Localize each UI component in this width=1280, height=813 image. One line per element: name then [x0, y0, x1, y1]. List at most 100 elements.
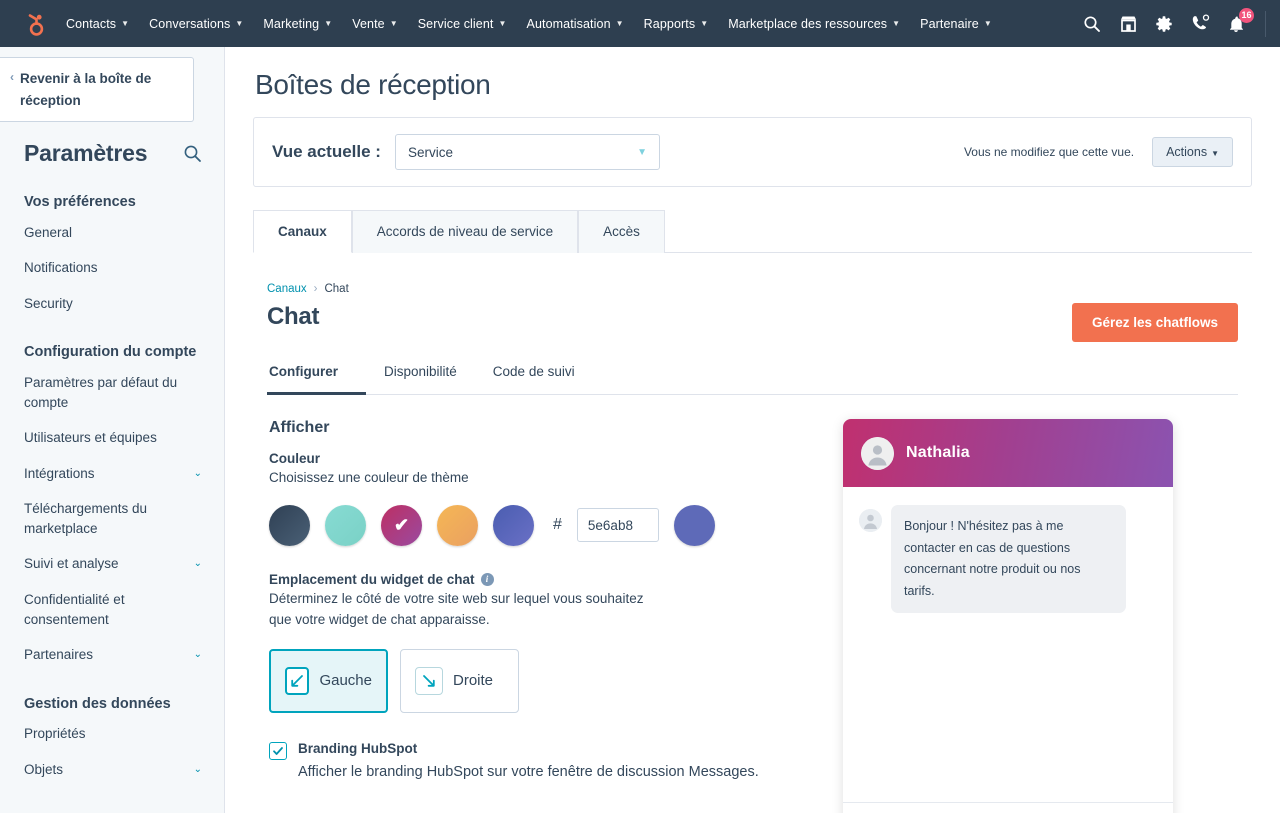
chevron-down-icon: ⌄	[194, 464, 202, 482]
sidebar-item-properties[interactable]: Propriétés	[0, 716, 224, 752]
chevron-down-icon: ▼	[324, 19, 332, 28]
gear-icon[interactable]	[1153, 13, 1175, 35]
nav-item-marketing[interactable]: Marketing ▼	[253, 0, 342, 47]
sidebar-item-label: Utilisateurs et équipes	[24, 428, 157, 448]
avatar	[861, 437, 894, 470]
subtab-configurer[interactable]: Configurer	[267, 358, 366, 395]
chevron-down-icon: ▼	[616, 19, 624, 28]
breadcrumb-link-canaux[interactable]: Canaux	[267, 283, 307, 295]
chat-preview-footer	[843, 802, 1173, 813]
color-field-label: Couleur	[269, 451, 827, 466]
nav-item-marketplace-des-ressources[interactable]: Marketplace des ressources ▼	[718, 0, 910, 47]
selected-color-preview	[674, 505, 715, 546]
sidebar-group-account-setup: Configuration du compte Paramètres par d…	[0, 343, 224, 672]
nav-item-contacts[interactable]: Contacts ▼	[56, 0, 139, 47]
sidebar-item-label: Intégrations	[24, 464, 95, 484]
nav-icon-group: 16	[1081, 13, 1255, 35]
tab-acces[interactable]: Accès	[578, 210, 665, 253]
color-swatch-magenta-purple[interactable]: ✔	[381, 505, 422, 546]
sidebar-item-account-defaults[interactable]: Paramètres par défaut du compte	[0, 365, 224, 420]
sidebar-group-title: Configuration du compte	[0, 343, 224, 365]
back-to-inbox-label: Revenir à la boîte de réception	[20, 68, 181, 111]
tab-canaux[interactable]: Canaux	[253, 210, 352, 253]
sidebar-item-label: Objets	[24, 760, 63, 780]
view-select[interactable]: Service ▼	[395, 134, 660, 170]
sidebar-item-label: Suivi et analyse	[24, 554, 119, 574]
sidebar-item-label: Confidentialité et consentement	[24, 590, 202, 629]
tab-label: Accords de niveau de service	[377, 224, 553, 239]
tab-label: Accès	[603, 224, 640, 239]
sidebar-item-notifications[interactable]: Notifications	[0, 250, 224, 286]
chat-message-bubble: Bonjour ! N'hésitez pas à me contacter e…	[891, 505, 1126, 613]
sidebar-group-preferences: Vos préférences General Notifications Se…	[0, 193, 224, 321]
branding-hubspot-text: Branding HubSpot Afficher le branding Hu…	[298, 741, 759, 784]
sidebar-item-partners[interactable]: Partenaires ⌄	[0, 637, 224, 673]
page-title: Boîtes de réception	[255, 69, 1252, 101]
color-swatch-indigo[interactable]	[493, 505, 534, 546]
chat-heading: Chat	[267, 303, 319, 331]
nav-item-automatisation[interactable]: Automatisation ▼	[517, 0, 634, 47]
nav-item-rapports[interactable]: Rapports ▼	[634, 0, 719, 47]
breadcrumb: Canaux › Chat	[267, 283, 1238, 295]
search-icon[interactable]	[1081, 13, 1103, 35]
sidebar-item-objects[interactable]: Objets ⌄	[0, 752, 224, 788]
chat-widget-preview: Nathalia Bonjour ! N'hésitez pas à me co…	[843, 419, 1173, 813]
marketplace-icon[interactable]	[1117, 13, 1139, 35]
nav-item-vente[interactable]: Vente ▼	[342, 0, 408, 47]
chat-subtab-bar: Configurer Disponibilité Code de suivi	[267, 358, 1238, 395]
nav-item-partenaire[interactable]: Partenaire ▼	[910, 0, 1002, 47]
color-field-help: Choisissez une couleur de thème	[269, 468, 827, 489]
sidebar-item-privacy-consent[interactable]: Confidentialité et consentement	[0, 582, 224, 637]
tab-label: Canaux	[278, 224, 327, 239]
tab-accords-de-niveau-de-service[interactable]: Accords de niveau de service	[352, 210, 578, 253]
chevron-down-icon: ▼	[390, 19, 398, 28]
configure-body: Afficher Couleur Choisissez une couleur …	[267, 419, 1238, 813]
placement-option-gauche[interactable]: Gauche	[269, 649, 388, 713]
actions-button[interactable]: Actions▼	[1152, 137, 1233, 167]
subtab-label: Configurer	[269, 364, 338, 379]
sidebar-item-integrations[interactable]: Intégrations ⌄	[0, 456, 224, 492]
calling-icon[interactable]	[1189, 13, 1211, 35]
main-content: Boîtes de réception Vue actuelle : Servi…	[225, 47, 1280, 813]
color-swatch-slate[interactable]	[269, 505, 310, 546]
chevron-down-icon: ⌄	[194, 645, 202, 663]
nav-item-label: Automatisation	[527, 17, 611, 31]
color-swatch-row: ✔ #	[269, 505, 827, 546]
placement-label-row: Emplacement du widget de chat i	[269, 572, 827, 587]
color-swatch-teal[interactable]	[325, 505, 366, 546]
nav-item-label: Marketing	[263, 17, 319, 31]
current-view-card: Vue actuelle : Service ▼ Vous ne modifie…	[253, 117, 1252, 187]
sidebar-item-tracking-analytics[interactable]: Suivi et analyse ⌄	[0, 546, 224, 582]
manage-chatflows-button[interactable]: Gérez les chatflows	[1072, 303, 1238, 342]
nav-item-label: Conversations	[149, 17, 230, 31]
back-to-inbox-link[interactable]: ‹ Revenir à la boîte de réception	[0, 57, 194, 122]
view-edit-note: Vous ne modifiez que cette vue.	[964, 145, 1134, 159]
branding-hubspot-title: Branding HubSpot	[298, 741, 759, 756]
search-icon[interactable]	[183, 144, 202, 163]
sidebar-item-users-teams[interactable]: Utilisateurs et équipes	[0, 420, 224, 456]
subtab-code-de-suivi[interactable]: Code de suivi	[475, 358, 593, 395]
sidebar-item-label: Security	[24, 294, 73, 314]
subtab-disponibilite[interactable]: Disponibilité	[366, 358, 475, 395]
message-avatar	[859, 509, 882, 532]
hubspot-sprocket-logo[interactable]	[14, 7, 48, 41]
sidebar-group-title: Vos préférences	[0, 193, 224, 215]
branding-hubspot-description: Afficher le branding HubSpot sur votre f…	[298, 762, 759, 784]
sidebar-item-marketplace-downloads[interactable]: Téléchargements du marketplace	[0, 491, 224, 546]
notifications-bell-icon[interactable]: 16	[1225, 13, 1247, 35]
nav-item-label: Partenaire	[920, 17, 979, 31]
branding-hubspot-checkbox[interactable]	[269, 742, 287, 760]
sidebar-item-general[interactable]: General	[0, 215, 224, 251]
nav-item-service-client[interactable]: Service client ▼	[408, 0, 517, 47]
sidebar-item-security[interactable]: Security	[0, 286, 224, 322]
placement-option-droite[interactable]: Droite	[400, 649, 519, 713]
sidebar-group-title: Gestion des données	[0, 695, 224, 717]
chevron-down-icon: ▼	[121, 19, 129, 28]
widget-placement-section: Emplacement du widget de chat i Détermin…	[269, 572, 827, 713]
sidebar-item-label: Notifications	[24, 258, 98, 278]
hex-color-input[interactable]	[577, 508, 659, 542]
info-icon[interactable]: i	[481, 573, 494, 586]
channel-detail-panel: Canaux › Chat Chat Gérez les chatflows C…	[253, 283, 1252, 813]
nav-item-conversations[interactable]: Conversations ▼	[139, 0, 253, 47]
color-swatch-orange[interactable]	[437, 505, 478, 546]
